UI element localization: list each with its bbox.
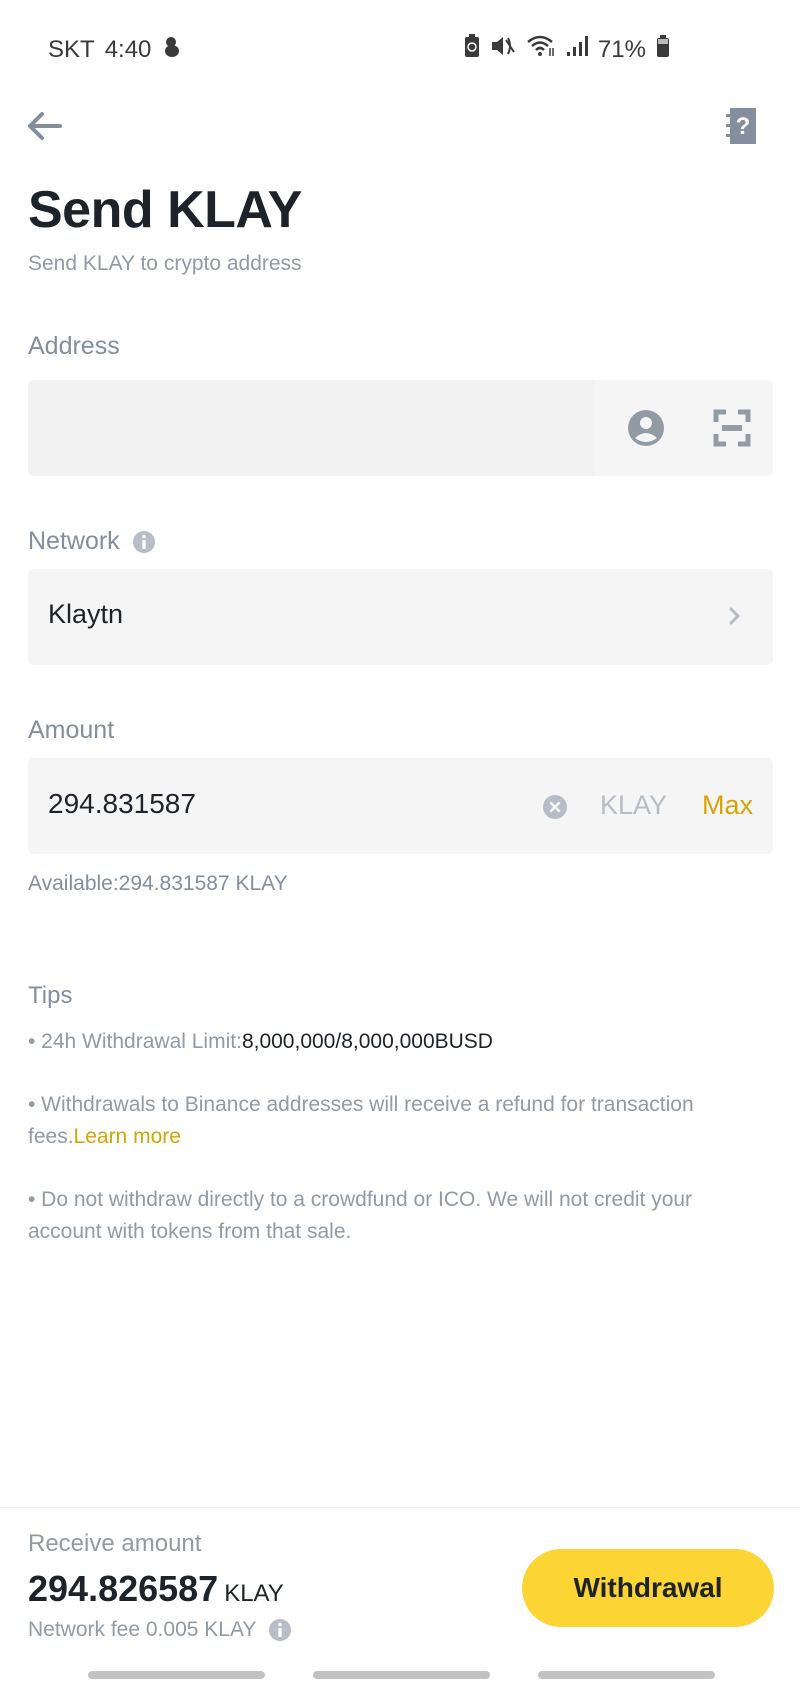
status-right: 71% [464,34,670,65]
status-bar: SKT 4:40 71% [0,34,800,68]
page-title: Send KLAY [28,181,302,239]
tip-ico-warning: • Do not withdraw directly to a crowdfun… [28,1184,758,1248]
nav-bar-recent[interactable] [88,1671,265,1679]
notification-icon [161,34,181,65]
address-label: Address [28,332,120,361]
clear-icon[interactable] [542,794,568,820]
learn-more-link[interactable]: Learn more [74,1125,181,1148]
amount-label: Amount [28,716,114,745]
receive-amount-unit: KLAY [224,1580,284,1607]
wifi-icon [526,34,556,65]
address-book-button[interactable] [626,408,666,448]
clock: 4:40 [104,35,152,63]
network-fee-text: Network fee 0.005 KLAY [28,1618,257,1641]
battery-saver-icon [464,34,480,65]
amount-unit: KLAY [600,790,668,820]
network-value: Klaytn [48,599,124,629]
tip-limit-value: 8,000,000/8,000,000BUSD [241,1030,493,1053]
nav-bar-back[interactable] [538,1671,715,1679]
address-field [28,380,773,476]
footer-divider [0,1507,800,1508]
available-balance: Available:294.831587 KLAY [28,872,288,895]
contact-icon [628,410,664,446]
chevron-right-icon [729,607,741,625]
page-subtitle: Send KLAY to crypto address [28,252,302,275]
network-label-text: Network [28,527,120,555]
back-button[interactable] [24,106,72,146]
receive-amount-value: 294.826587 [28,1568,219,1609]
amount-input[interactable]: 294.831587 [48,788,196,820]
help-document-icon: ? [726,108,756,144]
max-button[interactable]: Max [702,790,753,821]
address-label-text: Address [28,332,120,360]
signal-icon [566,34,588,65]
top-nav: ? [0,100,800,156]
tip-refund: • Withdrawals to Binance addresses will … [28,1089,758,1153]
battery-icon [656,34,670,65]
info-icon[interactable] [132,530,156,554]
network-label: Network [28,527,156,556]
battery-percent: 71% [597,35,646,63]
tip-withdrawal-limit: • 24h Withdrawal Limit:8,000,000/8,000,0… [28,1026,758,1058]
carrier: SKT [48,35,95,63]
network-select[interactable]: Klaytn [28,569,773,665]
tip-ico-text: • Do not withdraw directly to a crowdfun… [28,1188,693,1243]
receive-amount: 294.826587 KLAY [28,1568,284,1610]
fee-info-icon[interactable] [268,1618,292,1642]
nav-bar-home[interactable] [313,1671,490,1679]
status-left: SKT 4:40 [48,34,181,65]
amount-label-text: Amount [28,716,115,744]
tip-limit-label: • 24h Withdrawal Limit: [28,1030,242,1053]
receive-amount-label: Receive amount [28,1530,202,1557]
help-button[interactable]: ? [724,106,764,148]
amount-field[interactable]: 294.831587 KLAY Max [28,758,773,854]
network-fee: Network fee 0.005 KLAY [28,1618,292,1642]
arrow-left-icon [28,112,62,140]
tips-title: Tips [28,982,73,1009]
svg-text:?: ? [736,113,751,140]
address-input[interactable] [28,380,594,476]
scan-qr-button[interactable] [712,408,752,448]
mute-icon [490,34,516,65]
scan-icon [713,409,751,447]
withdrawal-button[interactable]: Withdrawal [522,1549,774,1627]
